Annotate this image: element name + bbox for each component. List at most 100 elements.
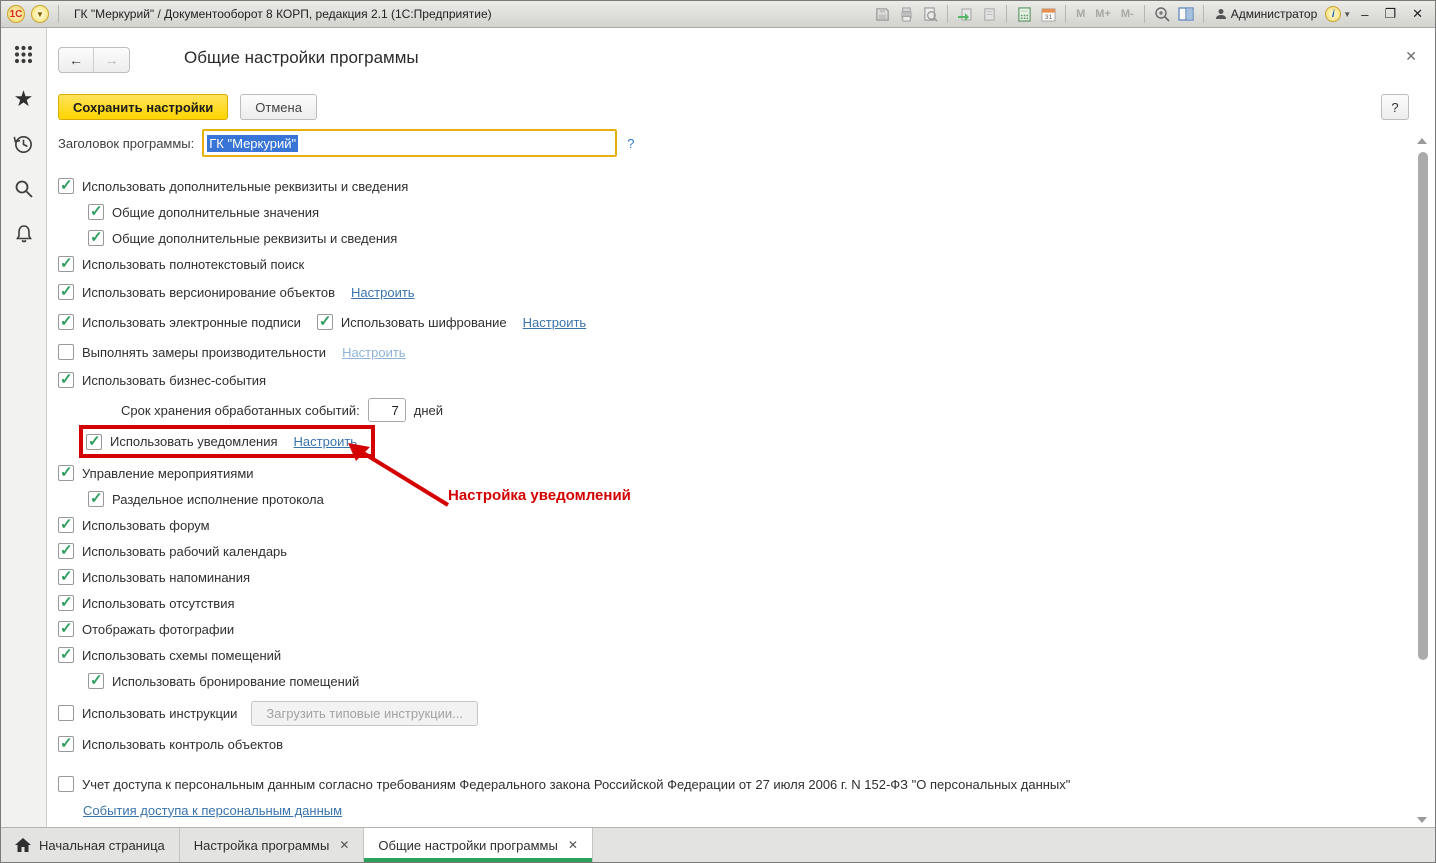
- minimize-button[interactable]: –: [1355, 7, 1374, 22]
- checkbox-row: Использовать отсутствия: [58, 590, 1395, 616]
- checkbox-row: Использовать бизнес-события: [58, 367, 1395, 393]
- checkbox[interactable]: [58, 517, 74, 533]
- checkbox-label: Использовать схемы помещений: [82, 648, 281, 663]
- tab-program-settings[interactable]: Настройка программы ✕: [180, 828, 365, 862]
- calendar-icon[interactable]: 31: [1038, 4, 1058, 24]
- checkbox[interactable]: [58, 256, 74, 272]
- checkbox-label: Учет доступа к персональным данным согла…: [82, 777, 1070, 792]
- retention-days-input[interactable]: [368, 398, 406, 422]
- search-icon[interactable]: [13, 178, 35, 200]
- checkbox[interactable]: [58, 621, 74, 637]
- checkbox[interactable]: [58, 736, 74, 752]
- vertical-scrollbar[interactable]: [1417, 138, 1429, 823]
- favorites-star-icon[interactable]: ★: [13, 88, 35, 110]
- info-menu-button[interactable]: i ▼: [1325, 6, 1351, 22]
- 1c-logo-icon: 1С: [7, 5, 25, 23]
- save-settings-button[interactable]: Сохранить настройки: [58, 94, 228, 120]
- main-menu-button[interactable]: ▼: [31, 5, 49, 23]
- close-tab-icon[interactable]: ✕: [339, 838, 349, 852]
- checkbox-label: Использовать форум: [82, 518, 210, 533]
- checkbox-row: Использовать инструкции Загрузить типовы…: [58, 700, 1395, 726]
- checkbox-row: Общие дополнительные реквизиты и сведени…: [88, 225, 1395, 251]
- checkbox-label: Использовать полнотекстовый поиск: [82, 257, 304, 272]
- pdn-events-link[interactable]: События доступа к персональным данным: [83, 803, 342, 818]
- load-instructions-button[interactable]: Загрузить типовые инструкции...: [251, 701, 478, 726]
- settings-list: Использовать дополнительные реквизиты и …: [58, 173, 1395, 823]
- checkbox-row: Использовать полнотекстовый поиск: [58, 251, 1395, 277]
- checkbox[interactable]: [58, 284, 74, 300]
- checkbox-row: Использовать форум: [58, 512, 1395, 538]
- checkbox[interactable]: [58, 344, 74, 360]
- checkbox-row: Отображать фотографии: [58, 616, 1395, 642]
- open-windows-tabbar: Начальная страница Настройка программы ✕…: [1, 827, 1435, 862]
- save-icon[interactable]: [872, 4, 892, 24]
- forward-button[interactable]: →: [94, 48, 129, 72]
- divider: [1144, 5, 1145, 23]
- checkbox[interactable]: [58, 705, 74, 721]
- scroll-down-arrow[interactable]: [1417, 817, 1427, 823]
- current-user[interactable]: Администратор: [1215, 7, 1318, 21]
- print-preview-icon[interactable]: [920, 4, 940, 24]
- checkbox[interactable]: [86, 434, 102, 450]
- tab-label: Общие настройки программы: [378, 838, 557, 853]
- checkbox[interactable]: [58, 776, 74, 792]
- checkbox[interactable]: [58, 647, 74, 663]
- maximize-button[interactable]: ❐: [1378, 6, 1402, 22]
- checkbox-row: Использовать рабочий календарь: [58, 538, 1395, 564]
- window-titlebar: 1С ▼ ГК "Меркурий" / Документооборот 8 К…: [1, 1, 1435, 28]
- program-title-input[interactable]: ГК "Меркурий": [202, 129, 617, 157]
- checkbox[interactable]: [88, 230, 104, 246]
- checkbox-label: Отображать фотографии: [82, 622, 234, 637]
- configure-versioning-link[interactable]: Настроить: [351, 285, 415, 300]
- checkbox[interactable]: [317, 314, 333, 330]
- close-window-button[interactable]: ✕: [1406, 6, 1429, 22]
- configure-performance-link[interactable]: Настроить: [342, 345, 406, 360]
- checkbox[interactable]: [58, 569, 74, 585]
- help-button[interactable]: ?: [1381, 94, 1409, 120]
- checkbox[interactable]: [58, 178, 74, 194]
- home-icon: [15, 838, 31, 852]
- checkbox[interactable]: [58, 543, 74, 559]
- history-icon[interactable]: [13, 133, 35, 155]
- notifications-bell-icon[interactable]: [13, 223, 35, 245]
- divider: [947, 5, 948, 23]
- back-button[interactable]: ←: [59, 48, 94, 72]
- tab-general-settings[interactable]: Общие настройки программы ✕: [364, 828, 593, 862]
- tool-sidebar: ★: [1, 28, 47, 827]
- user-icon: [1215, 8, 1227, 20]
- menu-grid-icon[interactable]: [13, 43, 35, 65]
- configure-encryption-link[interactable]: Настроить: [523, 315, 587, 330]
- split-view-icon[interactable]: [1176, 4, 1196, 24]
- history-nav: ← →: [58, 47, 130, 73]
- print-icon[interactable]: [896, 4, 916, 24]
- scrollbar-thumb[interactable]: [1418, 152, 1428, 660]
- cancel-button[interactable]: Отмена: [240, 94, 317, 120]
- checkbox[interactable]: [88, 673, 104, 689]
- memory-add-button[interactable]: M+: [1092, 8, 1114, 20]
- zoom-icon[interactable]: [1152, 4, 1172, 24]
- close-form-icon[interactable]: ✕: [1405, 48, 1417, 65]
- checkbox[interactable]: [88, 491, 104, 507]
- memory-subtract-button[interactable]: M-: [1118, 8, 1137, 20]
- checkbox[interactable]: [58, 314, 74, 330]
- calculator-icon[interactable]: [1014, 4, 1034, 24]
- memory-store-button[interactable]: M: [1073, 8, 1088, 20]
- go-to-link-icon[interactable]: [979, 4, 999, 24]
- checkbox[interactable]: [58, 595, 74, 611]
- checkbox[interactable]: [58, 465, 74, 481]
- checkbox-label: Использовать бизнес-события: [82, 373, 266, 388]
- tab-home[interactable]: Начальная страница: [1, 828, 180, 862]
- get-link-icon[interactable]: [955, 4, 975, 24]
- checkbox-row: Выполнять замеры производительности Наст…: [58, 339, 1395, 365]
- checkbox-label: Использовать рабочий календарь: [82, 544, 287, 559]
- checkbox[interactable]: [88, 204, 104, 220]
- close-tab-icon[interactable]: ✕: [568, 838, 578, 852]
- scroll-up-arrow[interactable]: [1417, 138, 1427, 144]
- divider: [1065, 5, 1066, 23]
- checkbox-row: Раздельное исполнение протокола: [88, 486, 1395, 512]
- retention-suffix: дней: [414, 403, 443, 418]
- checkbox-label: Использовать контроль объектов: [82, 737, 283, 752]
- divider: [58, 5, 59, 23]
- field-hint[interactable]: ?: [627, 136, 634, 151]
- checkbox[interactable]: [58, 372, 74, 388]
